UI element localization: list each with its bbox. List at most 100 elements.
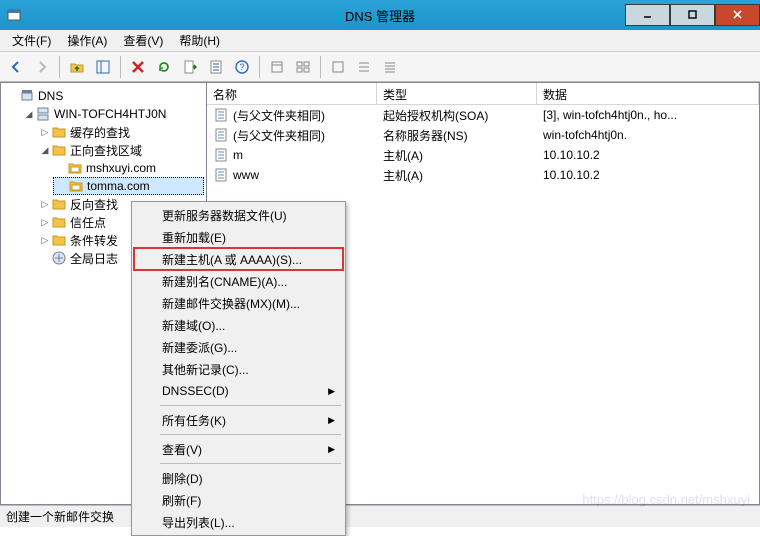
zone-icon — [68, 178, 84, 194]
ctx-item-label: 所有任务(K) — [162, 412, 226, 429]
tree-root[interactable]: ▸ DNS — [5, 87, 204, 105]
tree-node-label: 条件转发 — [70, 232, 118, 249]
cell-data: 10.10.10.2 — [537, 147, 759, 163]
up-button[interactable] — [65, 55, 89, 79]
list-detail-button[interactable] — [378, 55, 402, 79]
twisty-icon[interactable]: ▷ — [39, 217, 51, 228]
delete-button[interactable] — [126, 55, 150, 79]
cell-type: 主机(A) — [377, 146, 537, 165]
ctx-other-records[interactable]: 其他新记录(C)... — [134, 358, 343, 380]
column-header-name[interactable]: 名称 — [207, 83, 377, 104]
status-text: 创建一个新邮件交换 — [6, 508, 114, 525]
column-header-type[interactable]: 类型 — [377, 83, 537, 104]
submenu-arrow-icon: ▶ — [328, 444, 335, 455]
menu-bar: 文件(F) 操作(A) 查看(V) 帮助(H) — [0, 30, 760, 52]
toolbar-separator — [320, 56, 321, 78]
forward-button[interactable] — [30, 55, 54, 79]
list-row[interactable]: m主机(A)10.10.10.2 — [207, 145, 759, 165]
ctx-new-delegation[interactable]: 新建委派(G)... — [134, 336, 343, 358]
twisty-icon[interactable]: ▷ — [39, 199, 51, 210]
title-bar: DNS 管理器 — [0, 0, 760, 30]
cell-type: 起始授权机构(SOA) — [377, 106, 537, 125]
ctx-reload[interactable]: 重新加载(E) — [134, 226, 343, 248]
list-small-button[interactable] — [352, 55, 376, 79]
folder-icon — [51, 124, 67, 140]
zone-icon — [67, 160, 83, 176]
cell-name: (与父文件夹相同) — [207, 126, 377, 145]
ctx-delete[interactable]: 删除(D) — [134, 467, 343, 489]
ctx-refresh[interactable]: 刷新(F) — [134, 489, 343, 511]
tree-server-label: WIN-TOFCH4HTJ0N — [54, 107, 166, 121]
list-row[interactable]: www主机(A)10.10.10.2 — [207, 165, 759, 185]
cell-name: www — [207, 166, 377, 184]
menu-view[interactable]: 查看(V) — [115, 30, 171, 51]
tree-node-forward[interactable]: ◢正向查找区域 — [37, 141, 204, 159]
menu-file[interactable]: 文件(F) — [4, 30, 59, 51]
menu-action[interactable]: 操作(A) — [59, 30, 115, 51]
ctx-new-cname[interactable]: 新建别名(CNAME)(A)... — [134, 270, 343, 292]
folder-icon — [51, 196, 67, 212]
ctx-view[interactable]: 查看(V)▶ — [134, 438, 343, 460]
ctx-update[interactable]: 更新服务器数据文件(U) — [134, 204, 343, 226]
ctx-all-tasks[interactable]: 所有任务(K) ▶ — [134, 409, 343, 431]
ctx-new-domain[interactable]: 新建域(O)... — [134, 314, 343, 336]
ctx-new-mx[interactable]: 新建邮件交换器(MX)(M)... — [134, 292, 343, 314]
context-menu: 更新服务器数据文件(U) 重新加载(E) 新建主机(A 或 AAAA)(S)..… — [131, 201, 346, 536]
back-button[interactable] — [4, 55, 28, 79]
tree-zone-mshxuyi[interactable]: ▷mshxuyi.com — [53, 159, 204, 177]
ctx-new-host[interactable]: 新建主机(A 或 AAAA)(S)... — [134, 248, 343, 270]
list-row[interactable]: (与父文件夹相同)起始授权机构(SOA)[3], win-tofch4htj0n… — [207, 105, 759, 125]
toolbar-separator — [59, 56, 60, 78]
menu-help[interactable]: 帮助(H) — [171, 30, 228, 51]
filter-button[interactable] — [265, 55, 289, 79]
list-header: 名称 类型 数据 — [207, 83, 759, 105]
tree-node-label: 缓存的查找 — [70, 124, 130, 141]
app-icon — [6, 7, 22, 23]
show-hide-tree-button[interactable] — [91, 55, 115, 79]
ctx-dnssec[interactable]: DNSSEC(D) ▶ — [134, 380, 343, 402]
twisty-icon[interactable]: ▷ — [39, 235, 51, 246]
tree-zone-tomma[interactable]: ▷tomma.com — [53, 177, 204, 195]
list-large-button[interactable] — [326, 55, 350, 79]
cell-data: 10.10.10.2 — [537, 167, 759, 183]
folder-icon — [51, 232, 67, 248]
list-row[interactable]: (与父文件夹相同)名称服务器(NS)win-tofch4htj0n. — [207, 125, 759, 145]
cell-type: 名称服务器(NS) — [377, 126, 537, 145]
dns-root-icon — [19, 88, 35, 104]
tree-root-label: DNS — [38, 89, 63, 103]
folder-icon — [51, 142, 67, 158]
twisty-icon[interactable]: ▷ — [39, 127, 51, 138]
twisty-icon[interactable]: ◢ — [23, 109, 35, 120]
twisty-icon[interactable]: ◢ — [39, 145, 51, 156]
window-controls — [625, 5, 760, 26]
cell-name: m — [207, 146, 377, 164]
tree-node-cache[interactable]: ▷ 缓存的查找 — [37, 123, 204, 141]
log-icon — [51, 250, 67, 266]
submenu-arrow-icon: ▶ — [328, 415, 335, 426]
view-button[interactable] — [291, 55, 315, 79]
server-icon — [35, 106, 51, 122]
toolbar: ? — [0, 52, 760, 82]
ctx-export[interactable]: 导出列表(L)... — [134, 511, 343, 533]
close-button[interactable] — [715, 4, 760, 26]
column-header-data[interactable]: 数据 — [537, 83, 759, 104]
tree-node-label: 信任点 — [70, 214, 106, 231]
cell-type: 主机(A) — [377, 166, 537, 185]
folder-icon — [51, 214, 67, 230]
toolbar-separator — [259, 56, 260, 78]
cell-data: [3], win-tofch4htj0n., ho... — [537, 107, 759, 123]
tree-node-label: 全局日志 — [70, 250, 118, 267]
submenu-arrow-icon: ▶ — [328, 386, 335, 397]
help-button[interactable]: ? — [230, 55, 254, 79]
window-title: DNS 管理器 — [345, 6, 415, 25]
minimize-button[interactable] — [625, 4, 670, 26]
refresh-button[interactable] — [152, 55, 176, 79]
ctx-item-label: DNSSEC(D) — [162, 384, 229, 398]
export-button[interactable] — [178, 55, 202, 79]
maximize-button[interactable] — [670, 4, 715, 26]
tree-node-label: 反向查找 — [70, 196, 118, 213]
tree-server[interactable]: ◢ WIN-TOFCH4HTJ0N — [21, 105, 204, 123]
main-area: ▸ DNS ◢ WIN-TOFCH4HTJ0N ▷ 缓存的查找 — [0, 82, 760, 505]
cell-name: (与父文件夹相同) — [207, 106, 377, 125]
properties-button[interactable] — [204, 55, 228, 79]
